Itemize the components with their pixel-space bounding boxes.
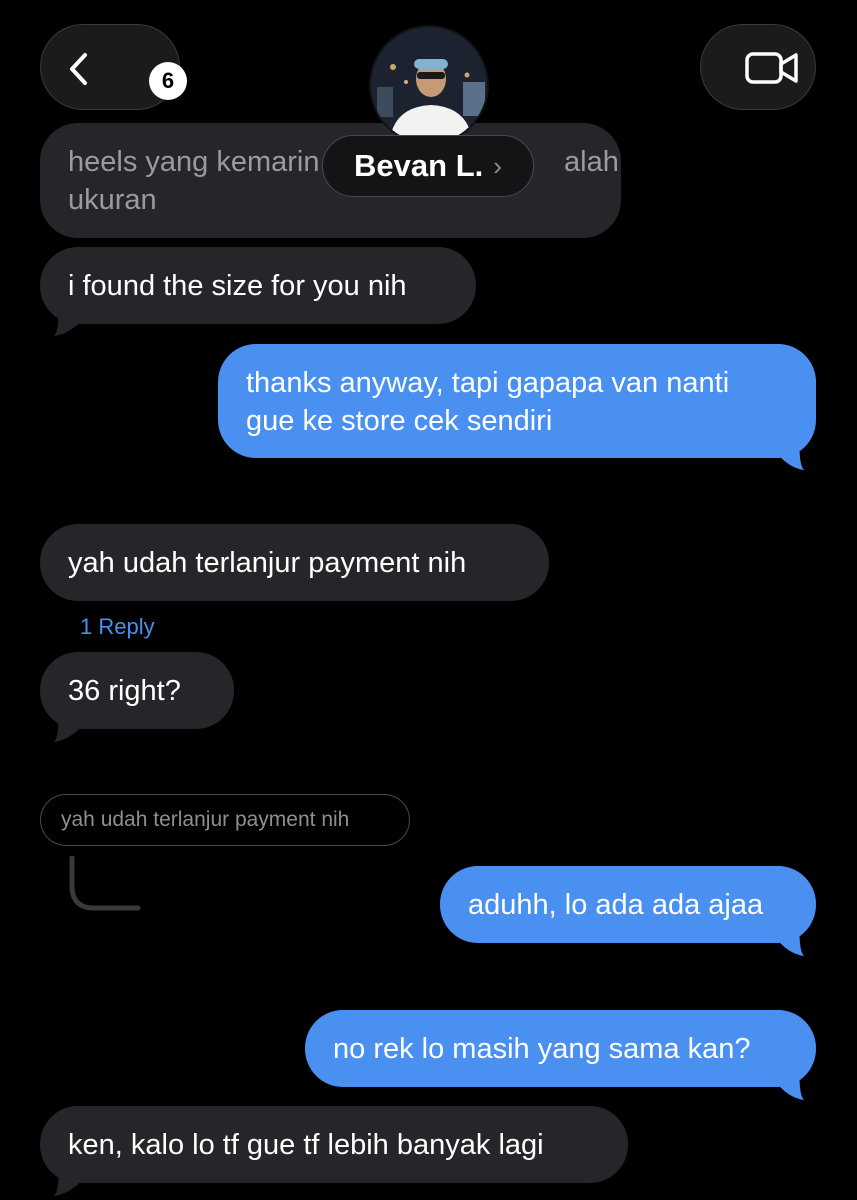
message-bubble-sent[interactable]: no rek lo masih yang sama kan? bbox=[305, 1010, 816, 1087]
bubble-tail bbox=[54, 1160, 84, 1196]
message-bubble-sent[interactable]: thanks anyway, tapi gapapa van nanti gue… bbox=[218, 344, 816, 458]
message-bubble-sent[interactable]: aduhh, lo ada ada ajaa bbox=[440, 866, 816, 943]
message-text: yah udah terlanjur payment nih bbox=[68, 547, 467, 579]
message-bubble-received[interactable]: ken, kalo lo tf gue tf lebih banyak lagi bbox=[40, 1106, 628, 1183]
avatar-photo bbox=[371, 27, 487, 143]
thread-reply-link[interactable]: 1 Reply bbox=[80, 614, 155, 640]
message-bubble-received[interactable]: i found the size for you nih bbox=[40, 247, 476, 324]
message-text-fragment: alah bbox=[564, 146, 619, 178]
back-button[interactable]: 6 bbox=[40, 24, 187, 110]
message-text: ken, kalo lo tf gue tf lebih banyak lagi bbox=[68, 1129, 544, 1161]
contact-avatar[interactable] bbox=[369, 25, 489, 145]
bubble-tail bbox=[774, 1062, 804, 1100]
contact-name-pill[interactable]: Bevan L. › bbox=[322, 135, 534, 197]
message-text: 36 right? bbox=[68, 675, 181, 707]
unread-count-badge: 6 bbox=[149, 62, 187, 100]
bubble-tail bbox=[774, 432, 804, 470]
chevron-left-icon bbox=[70, 53, 87, 85]
message-text: aduhh, lo ada ada ajaa bbox=[468, 889, 764, 921]
message-text: no rek lo masih yang sama kan? bbox=[333, 1033, 751, 1065]
message-bubble-received[interactable]: yah udah terlanjur payment nih bbox=[40, 524, 549, 601]
contact-name: Bevan L. bbox=[354, 148, 484, 183]
bubble-tail bbox=[54, 300, 84, 336]
video-call-button[interactable] bbox=[700, 24, 816, 110]
message-text: thanks anyway, tapi gapapa van nanti bbox=[246, 367, 730, 399]
bubble-tail bbox=[774, 918, 804, 956]
message-text: i found the size for you nih bbox=[68, 270, 407, 302]
quoted-message-preview[interactable]: yah udah terlanjur payment nih bbox=[40, 794, 410, 846]
thread-connector-line bbox=[69, 856, 141, 911]
bubble-tail bbox=[54, 706, 84, 742]
message-text: gue ke store cek sendiri bbox=[246, 405, 553, 437]
video-camera-icon bbox=[745, 52, 798, 84]
chevron-right-icon: › bbox=[493, 150, 502, 181]
